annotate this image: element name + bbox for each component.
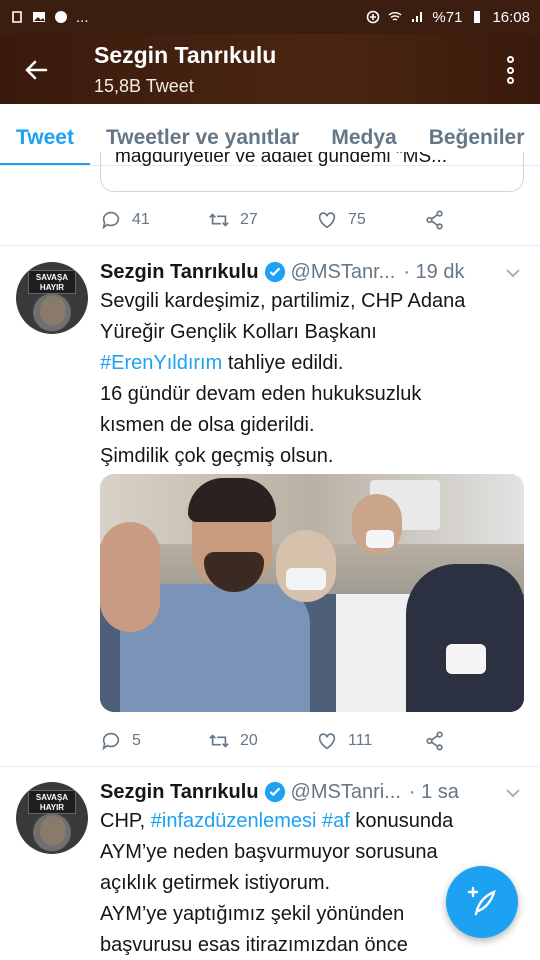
reply-count: 5: [132, 732, 141, 749]
avatar-sign: SAVAŞA HAYIR: [28, 790, 76, 814]
author-handle[interactable]: @MSTanri...: [291, 781, 401, 804]
tweet-text: Sevgili kardeşimiz, partilimiz, CHP Adan…: [100, 286, 525, 472]
caret-down-icon[interactable]: [504, 264, 522, 282]
retweet-icon: [209, 734, 229, 748]
author-name[interactable]: Sezgin Tanrıkulu: [100, 261, 259, 284]
tweet-line: #ErenYıldırım tahliye edildi.: [100, 352, 344, 374]
notification-icon: [12, 11, 22, 23]
signal-icon: [412, 12, 423, 22]
back-arrow-icon: [25, 60, 48, 80]
avatar[interactable]: SAVAŞA HAYIR: [16, 782, 88, 854]
tweet-count: 15,8B Tweet: [94, 76, 194, 96]
like-button[interactable]: 75: [316, 209, 424, 231]
tab-tweets[interactable]: Tweet: [0, 104, 90, 165]
compose-tweet-button[interactable]: [446, 866, 518, 938]
avatar-sign: SAVAŞA HAYIR: [28, 270, 76, 294]
battery-icon: [474, 11, 481, 23]
reply-icon: [102, 732, 120, 751]
retweet-button[interactable]: 27: [208, 209, 316, 231]
tweet-line: başvurusu esas itirazımızdan önce: [100, 934, 408, 956]
back-button[interactable]: [18, 52, 54, 88]
retweet-count: 20: [240, 732, 258, 749]
tweet-line: kısmen de olsa giderildi.: [100, 414, 315, 436]
tweet-line: Sevgili kardeşimiz, partilimiz, CHP Adan…: [100, 290, 466, 312]
more-vertical-icon: [506, 56, 514, 63]
status-more: ...: [76, 8, 89, 26]
tweet-line: 16 gündür devam eden hukuksuzluk: [100, 383, 422, 405]
reply-icon: [102, 211, 120, 230]
caret-down-icon[interactable]: [504, 784, 522, 802]
author-name[interactable]: Sezgin Tanrıkulu: [100, 781, 259, 804]
tweet-line: AYM’ye neden başvurmuyor sorusuna: [100, 841, 438, 863]
battery-percent: %71: [432, 8, 463, 26]
tweet-line: Şimdilik çok geçmiş olsun.: [100, 445, 334, 467]
like-count: 75: [348, 211, 366, 228]
quoted-tweet-card[interactable]: mağduriyetler ve adalet gündemi "MS...: [100, 152, 524, 192]
hashtag-link[interactable]: #ErenYıldırım: [100, 352, 222, 374]
hashtag-link[interactable]: #infazdüzenlemesi: [151, 810, 317, 832]
like-icon: [318, 212, 336, 229]
like-icon: [318, 733, 336, 750]
share-button[interactable]: [424, 209, 446, 231]
verified-icon: [264, 261, 285, 283]
tweet-line: CHP, #infazdüzenlemesi #af konusunda: [100, 810, 454, 832]
status-left-icons: ...: [10, 9, 89, 26]
share-button[interactable]: [424, 730, 446, 752]
retweet-icon: [209, 213, 229, 227]
wifi-icon: [388, 12, 402, 21]
retweet-count: 27: [240, 211, 258, 228]
divider: [0, 766, 540, 767]
tweet-header: Sezgin Tanrıkulu @MSTanri... · 1 sa: [100, 778, 459, 806]
status-right-icons: %71 16:08: [366, 9, 530, 26]
prev-tweet-actions: 41 27 75: [100, 205, 480, 235]
tweet-actions: 5 20 111: [100, 726, 480, 756]
tweet-header: Sezgin Tanrıkulu @MSTanr... · 19 dk: [100, 258, 464, 286]
profile-name: Sezgin Tanrıkulu: [94, 42, 277, 68]
tweet-line: Yüreğir Gençlik Kolları Başkanı: [100, 321, 377, 343]
reply-button[interactable]: 5: [100, 730, 208, 752]
retweet-button[interactable]: 20: [208, 730, 316, 752]
like-count: 111: [348, 732, 373, 749]
tweet-photo[interactable]: [100, 474, 524, 712]
divider: [0, 245, 540, 246]
tweet-time: · 1 sa: [408, 780, 459, 803]
profile-header: Sezgin Tanrıkulu 15,8B Tweet: [0, 34, 540, 104]
hashtag-link[interactable]: #af: [322, 810, 350, 832]
reply-count: 41: [132, 211, 150, 228]
reply-button[interactable]: 41: [100, 209, 208, 231]
verified-icon: [264, 781, 285, 803]
tweet-time: · 19 dk: [403, 260, 465, 283]
more-options-button[interactable]: [500, 52, 520, 88]
compose-icon: [467, 886, 496, 916]
like-button[interactable]: 111: [316, 730, 424, 752]
gallery-icon: [33, 12, 45, 22]
avatar[interactable]: SAVAŞA HAYIR: [16, 262, 88, 334]
share-icon: [426, 731, 443, 751]
share-icon: [426, 210, 443, 230]
quoted-tweet-text: mağduriyetler ve adalet gündemi "MS...: [115, 152, 448, 167]
data-saver-icon: [367, 10, 380, 24]
author-handle[interactable]: @MSTanr...: [291, 261, 396, 284]
whatsapp-icon: [55, 11, 67, 23]
status-bar: ... %71 16:08: [0, 0, 540, 34]
clock: 16:08: [492, 8, 530, 26]
